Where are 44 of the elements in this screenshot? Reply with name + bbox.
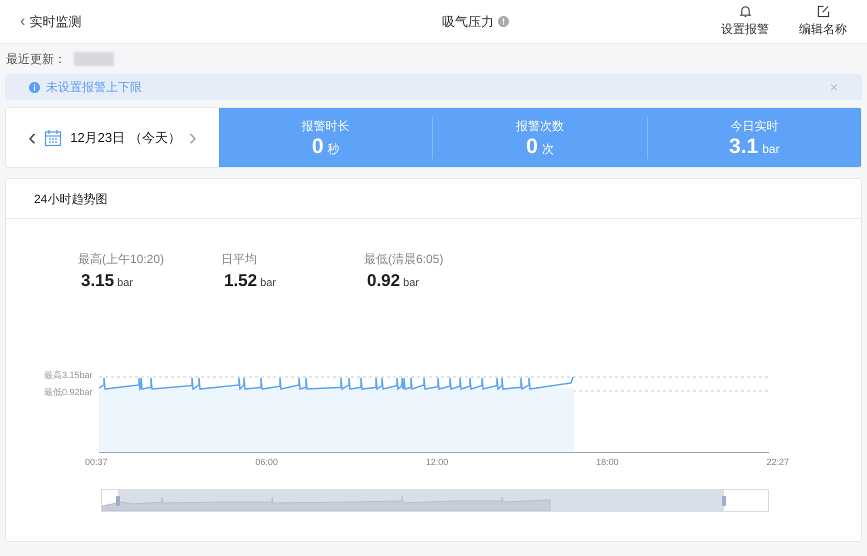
page-title: 吸气压力: [442, 12, 494, 31]
bell-icon: [738, 5, 752, 18]
x-tick-label: 22:27: [766, 456, 789, 468]
stat-label: 报警时长: [302, 118, 350, 134]
x-tick-label: 18:00: [596, 456, 619, 468]
summary-unit: bar: [403, 276, 419, 291]
info-icon: [29, 82, 40, 92]
alarm-settings-button[interactable]: 设置报警: [721, 5, 769, 38]
range-navigator[interactable]: [101, 488, 769, 512]
alert-text: 未设置报警上下限: [46, 79, 143, 96]
chart-title: 24小时趋势图: [34, 190, 108, 208]
back-label[interactable]: 实时监测: [29, 12, 82, 32]
summary-unit: bar: [117, 276, 133, 291]
previous-day-button[interactable]: ‹: [28, 126, 36, 150]
stat-label: 今日实时: [730, 118, 778, 134]
max-line-label: 最高3.15bar: [44, 368, 93, 382]
summary-value: 0.92: [367, 270, 400, 292]
summary-label: 最高(上午10:20): [78, 251, 166, 268]
calendar-icon[interactable]: [44, 128, 62, 146]
stat-unit: 秒: [328, 140, 340, 158]
min-line-label: 最低0.92bar: [44, 386, 93, 398]
summary-value: 3.15: [81, 270, 114, 292]
stat-unit: 次: [542, 140, 554, 158]
stat-value: 3.1: [729, 134, 758, 158]
last-update-label: 最近更新：: [6, 51, 66, 68]
summary-label: 日平均: [221, 251, 258, 268]
x-tick-label: 12:00: [426, 456, 448, 468]
date-text: 12月23日 （今天）: [70, 128, 181, 147]
stat-unit: bar: [762, 140, 780, 158]
edit-icon: [816, 5, 830, 18]
summary-label: 最低(清晨6:05): [364, 251, 444, 268]
stat-value: 0: [526, 134, 538, 158]
stat-value: 0: [312, 134, 324, 158]
summary-value: 1.52: [224, 270, 258, 292]
summary-unit: bar: [260, 276, 276, 291]
range-handle[interactable]: [116, 496, 120, 506]
x-tick-label: 00:37: [85, 456, 108, 468]
blurred-timestamp: [74, 52, 114, 66]
edit-name-button[interactable]: 编辑名称: [799, 5, 847, 38]
range-handle[interactable]: [722, 496, 726, 506]
x-tick-label: 06:00: [255, 456, 278, 468]
back-icon[interactable]: ‹: [20, 10, 26, 34]
stat-label: 报警次数: [516, 118, 564, 134]
info-icon: [498, 16, 509, 27]
